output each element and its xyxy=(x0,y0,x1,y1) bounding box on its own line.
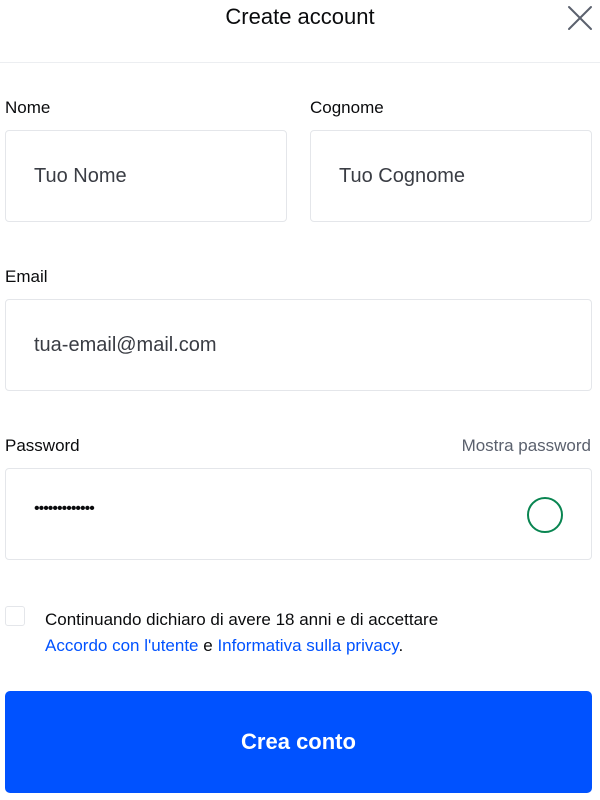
user-agreement-link[interactable]: Accordo con l'utente xyxy=(45,636,199,655)
last-name-field-box xyxy=(310,130,592,222)
email-label: Email xyxy=(5,267,48,286)
first-name-input[interactable] xyxy=(34,131,274,221)
last-name-label: Cognome xyxy=(310,98,384,117)
close-button[interactable] xyxy=(562,0,598,36)
close-icon xyxy=(568,6,592,30)
show-password-link[interactable]: Mostra password xyxy=(462,436,591,456)
consent-text: Continuando dichiaro di avere 18 anni e … xyxy=(45,607,565,659)
privacy-policy-link[interactable]: Informativa sulla privacy xyxy=(217,636,398,655)
password-field[interactable]: ••••••••••••• xyxy=(5,468,592,560)
dialog-header: Create account xyxy=(0,0,600,63)
consent-text-before: Continuando dichiaro di avere 18 anni e … xyxy=(45,610,439,629)
consent-checkbox[interactable] xyxy=(5,606,25,626)
email-input[interactable] xyxy=(34,300,579,390)
first-name-label: Nome xyxy=(5,98,51,117)
dialog-title: Create account xyxy=(225,4,375,29)
consent-conjunction: e xyxy=(203,636,213,655)
create-account-button[interactable]: Crea conto xyxy=(5,691,592,793)
password-masked-value: ••••••••••••• xyxy=(34,500,95,517)
password-label: Password xyxy=(5,436,80,455)
email-field-box xyxy=(5,299,592,391)
password-status-icon xyxy=(527,497,563,533)
first-name-field-box xyxy=(5,130,287,222)
consent-period: . xyxy=(398,636,404,655)
last-name-input[interactable] xyxy=(339,131,579,221)
